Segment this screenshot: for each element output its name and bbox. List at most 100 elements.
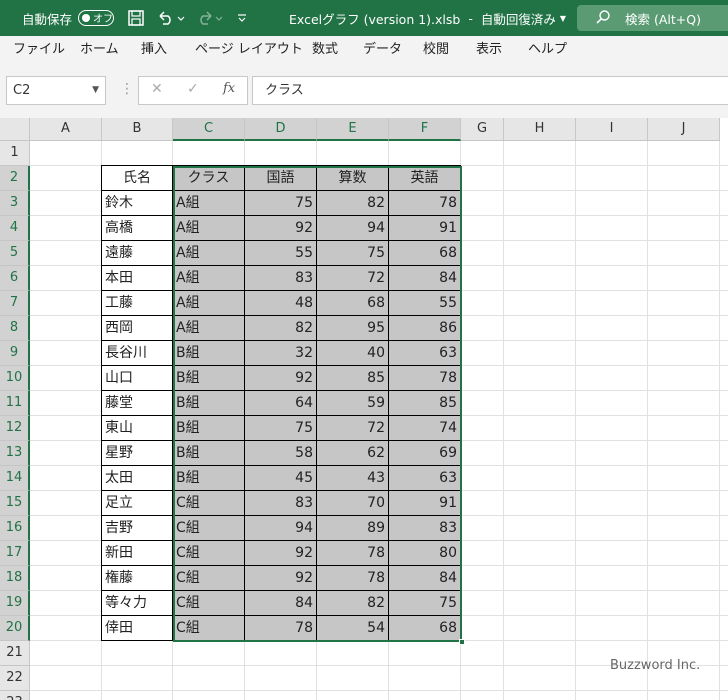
save-icon[interactable] [127,0,145,36]
table-header-cell[interactable]: 国語 [245,166,317,191]
row-header-3[interactable]: 3 [0,191,30,216]
tab-review[interactable]: 校閲 [423,36,449,66]
table-cell[interactable]: C組 [173,616,245,641]
table-cell[interactable]: 72 [317,266,389,291]
column-header-a[interactable]: A [30,118,102,141]
row-header-4[interactable]: 4 [0,216,30,241]
table-cell[interactable]: 91 [389,216,461,241]
table-cell[interactable]: A組 [173,241,245,266]
table-cell[interactable]: B組 [173,466,245,491]
table-cell[interactable]: 83 [389,516,461,541]
table-cell[interactable]: C組 [173,516,245,541]
table-cell[interactable]: 80 [389,541,461,566]
table-cell[interactable]: B組 [173,416,245,441]
column-header-e[interactable]: E [317,118,389,141]
table-cell[interactable]: 85 [389,391,461,416]
table-cell[interactable]: 遠藤 [102,241,173,266]
table-cell[interactable]: 70 [317,491,389,516]
insert-function-icon[interactable]: fx [223,81,235,96]
fill-handle[interactable] [459,639,465,645]
tab-home[interactable]: ホーム [80,36,119,66]
row-header-8[interactable]: 8 [0,316,30,341]
name-box[interactable]: C2 ▼ [6,76,106,105]
table-cell[interactable]: 吉野 [102,516,173,541]
table-cell[interactable]: A組 [173,291,245,316]
column-header-h[interactable]: H [504,118,576,141]
table-cell[interactable]: C組 [173,491,245,516]
table-cell[interactable]: 45 [245,466,317,491]
table-cell[interactable]: B組 [173,366,245,391]
table-cell[interactable]: C組 [173,566,245,591]
table-cell[interactable]: 75 [389,591,461,616]
column-header-c[interactable]: C [173,118,245,141]
table-cell[interactable]: 星野 [102,441,173,466]
row-header-19[interactable]: 19 [0,591,30,616]
table-cell[interactable]: A組 [173,316,245,341]
row-header-2[interactable]: 2 [0,166,30,191]
table-cell[interactable]: C組 [173,591,245,616]
table-cell[interactable]: A組 [173,266,245,291]
table-cell[interactable]: 54 [317,616,389,641]
table-cell[interactable]: 東山 [102,416,173,441]
table-cell[interactable]: 83 [245,491,317,516]
table-cell[interactable]: 84 [389,266,461,291]
select-all-corner[interactable] [0,118,30,141]
table-cell[interactable]: 86 [389,316,461,341]
row-header-12[interactable]: 12 [0,416,30,441]
table-cell[interactable]: 43 [317,466,389,491]
table-cell[interactable]: 75 [245,191,317,216]
row-header-1[interactable]: 1 [0,141,30,166]
table-cell[interactable]: B組 [173,391,245,416]
table-cell[interactable]: 95 [317,316,389,341]
table-cell[interactable]: 78 [245,616,317,641]
table-cell[interactable]: B組 [173,341,245,366]
redo-icon[interactable] [195,0,225,36]
table-cell[interactable]: 92 [245,566,317,591]
table-cell[interactable]: 68 [389,241,461,266]
row-header-6[interactable]: 6 [0,266,30,291]
document-title[interactable]: Excelグラフ (version 1).xlsb - 自動回復済み ▼ [289,0,566,36]
table-cell[interactable]: 倖田 [102,616,173,641]
row-header-20[interactable]: 20 [0,616,30,641]
table-cell[interactable]: 92 [245,541,317,566]
table-cell[interactable]: 太田 [102,466,173,491]
formula-input[interactable]: クラス [252,76,728,105]
autosave-toggle[interactable]: オフ [78,10,115,26]
table-cell[interactable]: 74 [389,416,461,441]
table-cell[interactable]: 高橋 [102,216,173,241]
table-cell[interactable]: 長谷川 [102,341,173,366]
tab-help[interactable]: ヘルプ [528,36,567,66]
table-cell[interactable]: 68 [317,291,389,316]
tab-insert[interactable]: 挿入 [141,36,167,66]
enter-icon[interactable]: ✓ [187,81,199,97]
row-header-14[interactable]: 14 [0,466,30,491]
row-header-22[interactable]: 22 [0,666,30,691]
table-cell[interactable]: 69 [389,441,461,466]
table-cell[interactable]: 62 [317,441,389,466]
customize-quick-access-icon[interactable] [236,0,248,36]
more-options-icon[interactable]: ⋮ [120,81,134,97]
table-cell[interactable]: 藤堂 [102,391,173,416]
table-cell[interactable]: B組 [173,441,245,466]
table-cell[interactable]: 本田 [102,266,173,291]
table-cell[interactable]: 85 [317,366,389,391]
table-cell[interactable]: A組 [173,191,245,216]
table-cell[interactable]: 83 [245,266,317,291]
table-cell[interactable]: 鈴木 [102,191,173,216]
table-cell[interactable]: 59 [317,391,389,416]
column-header-f[interactable]: F [389,118,461,141]
chevron-down-icon[interactable]: ▼ [92,77,99,104]
row-header-5[interactable]: 5 [0,241,30,266]
table-cell[interactable]: 78 [389,366,461,391]
row-header-18[interactable]: 18 [0,566,30,591]
table-cell[interactable]: 63 [389,341,461,366]
tab-formulas[interactable]: 数式 [312,36,338,66]
column-header-g[interactable]: G [461,118,504,141]
table-cell[interactable]: C組 [173,541,245,566]
column-header-i[interactable]: I [576,118,648,141]
table-cell[interactable]: 西岡 [102,316,173,341]
table-cell[interactable]: 63 [389,466,461,491]
table-cell[interactable]: 94 [317,216,389,241]
table-cell[interactable]: 82 [245,316,317,341]
table-cell[interactable]: 山口 [102,366,173,391]
